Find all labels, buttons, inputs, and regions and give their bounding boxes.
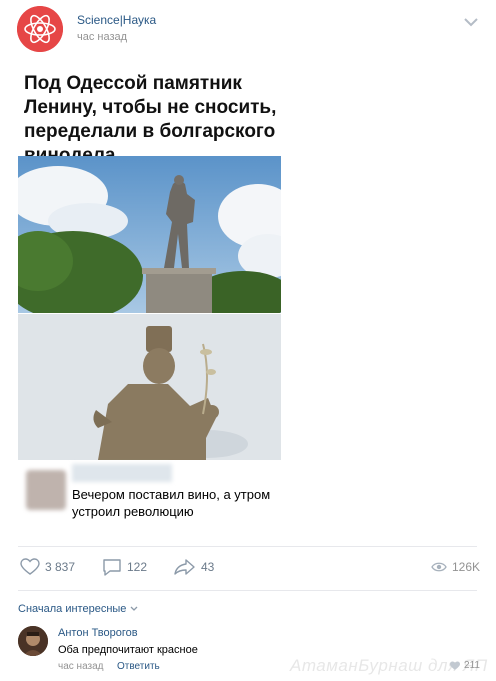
group-avatar[interactable] [17, 6, 63, 52]
post-header: Science|Наука час назад [17, 6, 479, 52]
comments-sort-dropdown[interactable]: Сначала интересные [18, 603, 138, 615]
blurred-name [72, 464, 172, 482]
comment-icon [103, 559, 121, 576]
atom-icon [17, 6, 63, 52]
share-count: 43 [201, 560, 215, 574]
eye-icon [431, 562, 447, 572]
comment-text: Оба предпочитают красное [58, 644, 198, 656]
post-text: Под Одессой памятник Ленину, чтобы не сн… [24, 73, 277, 166]
group-name[interactable]: Science|Наука [77, 13, 156, 27]
heart-icon [20, 558, 40, 575]
chevron-down-icon [130, 606, 138, 611]
lenin-monument-photo [18, 156, 281, 313]
sort-label: Сначала интересные [18, 603, 127, 615]
like-button[interactable]: 3 837 [20, 556, 75, 578]
share-icon [174, 559, 195, 575]
comment-like-count: 211 [464, 660, 480, 671]
comment-author[interactable]: Антон Творогов [58, 627, 138, 639]
blurred-avatar [26, 470, 66, 510]
views-counter: 126K [431, 556, 480, 578]
divider [18, 546, 477, 547]
commenter-avatar[interactable] [18, 626, 48, 656]
post-time[interactable]: час назад [77, 31, 127, 43]
share-button[interactable]: 43 [174, 556, 214, 578]
divider [18, 590, 477, 591]
meme-comment-card: Вечером поставил вино, а утром устроил р… [18, 462, 281, 526]
comment-count: 122 [127, 560, 148, 574]
views-count: 126K [451, 560, 480, 574]
post-actions: 3 837 122 43 126K [18, 556, 480, 578]
reply-button[interactable]: Ответить [117, 661, 160, 672]
comment-button[interactable]: 122 [102, 556, 147, 578]
like-count: 3 837 [45, 560, 76, 574]
chevron-down-icon[interactable] [463, 16, 479, 28]
comment-time[interactable]: час назад [58, 661, 104, 672]
winemaker-monument-photo [18, 314, 281, 460]
meme-caption: Вечером поставил вино, а утром устроил р… [72, 487, 271, 519]
heart-icon [450, 661, 461, 670]
comment-like-button[interactable]: 211 [449, 660, 480, 671]
